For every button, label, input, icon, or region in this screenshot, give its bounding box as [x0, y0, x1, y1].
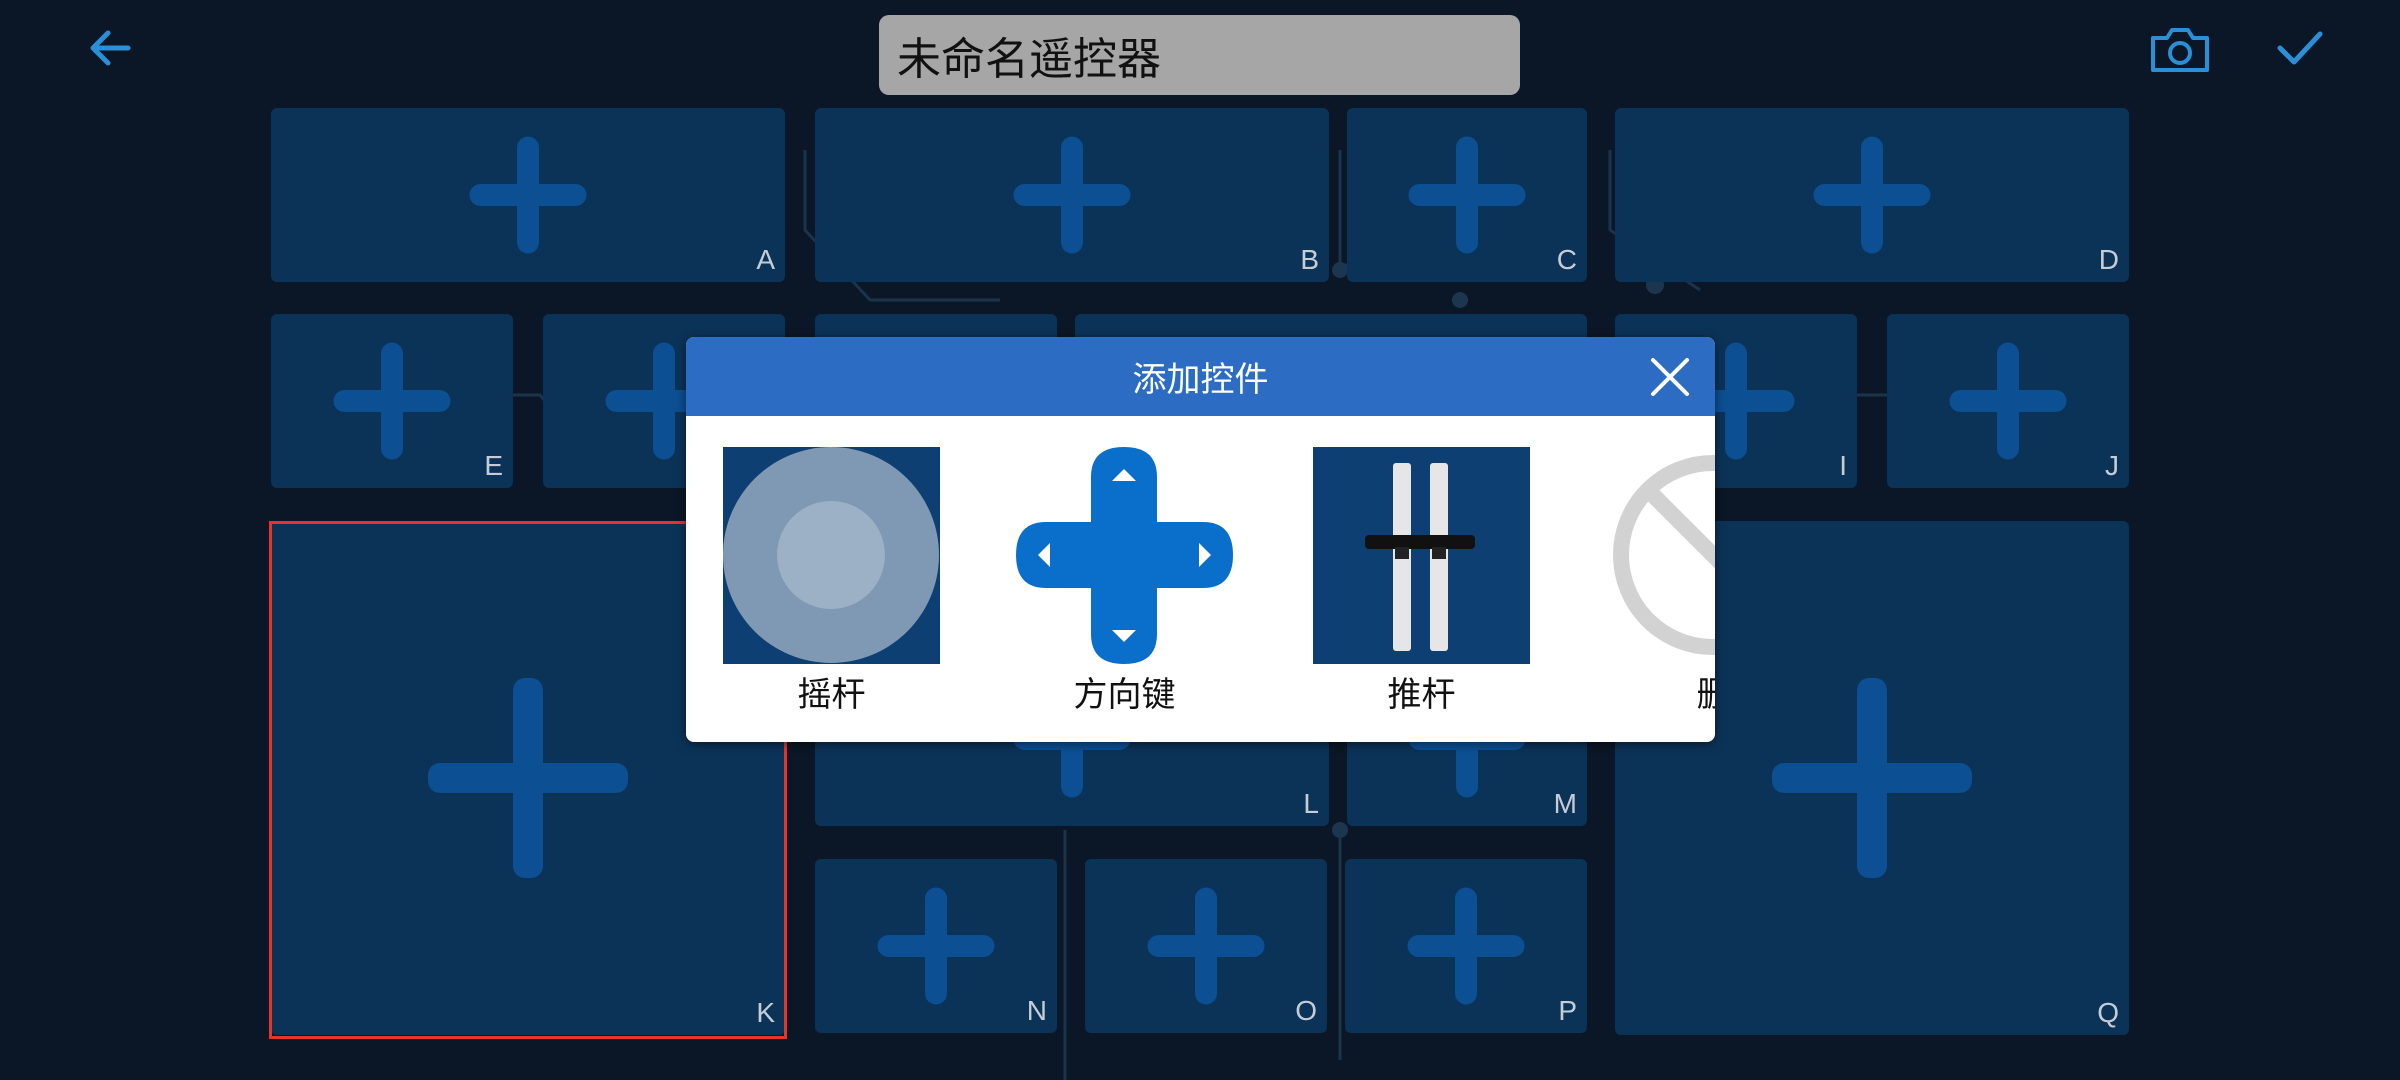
cell-letter: A: [756, 244, 775, 275]
widget-delete[interactable]: 删: [1605, 447, 1715, 715]
grid-cell-b[interactable]: B: [815, 108, 1329, 282]
widget-slider[interactable]: 推杆: [1313, 447, 1530, 715]
cell-letter: Q: [2097, 997, 2119, 1028]
cell-letter: J: [2105, 450, 2119, 481]
camera-icon: [2151, 28, 2209, 72]
dialog-header: 添加控件: [686, 337, 1715, 416]
cell-letter: I: [1839, 450, 1847, 481]
back-button[interactable]: [80, 20, 140, 75]
cell-letter: O: [1295, 995, 1317, 1026]
cell-letter: M: [1553, 788, 1577, 819]
prohibited-icon: [1613, 455, 1715, 655]
cell-letter: D: [2098, 244, 2119, 275]
dpad-icon: [1016, 447, 1233, 664]
cell-letter: B: [1300, 244, 1319, 275]
slider-icon: [1313, 447, 1530, 664]
cell-letter: L: [1303, 788, 1319, 819]
grid-cell-j[interactable]: J: [1887, 314, 2129, 488]
grid-cell-a[interactable]: A: [271, 108, 785, 282]
cell-letter: E: [484, 450, 503, 481]
dialog-title: 添加控件: [1132, 360, 1269, 400]
arrow-left-icon: [90, 30, 131, 65]
joystick-icon: [723, 447, 940, 664]
grid-cell-p[interactable]: P: [1345, 859, 1587, 1033]
widget-label: 方向键: [1073, 675, 1176, 715]
grid-cell-e[interactable]: E: [271, 314, 513, 488]
widget-dpad[interactable]: 方向键: [1016, 447, 1233, 715]
confirm-button[interactable]: [2270, 20, 2330, 75]
add-widget-dialog: 添加控件 摇杆 方向键 推杆 删: [686, 337, 1715, 742]
widget-label: 推杆: [1387, 675, 1456, 715]
camera-button[interactable]: [2145, 20, 2215, 80]
widget-label: 删: [1696, 675, 1716, 715]
grid-cell-d[interactable]: D: [1615, 108, 2129, 282]
cell-letter: P: [1558, 995, 1577, 1026]
checkmark-icon: [2277, 31, 2323, 64]
remote-name-input[interactable]: [879, 15, 1520, 95]
cell-letter: C: [1556, 244, 1577, 275]
cell-letter: K: [756, 997, 775, 1028]
grid-cell-n[interactable]: N: [815, 859, 1057, 1033]
widget-label: 摇杆: [797, 675, 866, 715]
grid-cell-o[interactable]: O: [1085, 859, 1327, 1033]
close-icon[interactable]: [1649, 356, 1691, 398]
widget-joystick[interactable]: 摇杆: [723, 447, 940, 715]
grid-cell-c[interactable]: C: [1347, 108, 1587, 282]
cell-letter: N: [1026, 995, 1047, 1026]
